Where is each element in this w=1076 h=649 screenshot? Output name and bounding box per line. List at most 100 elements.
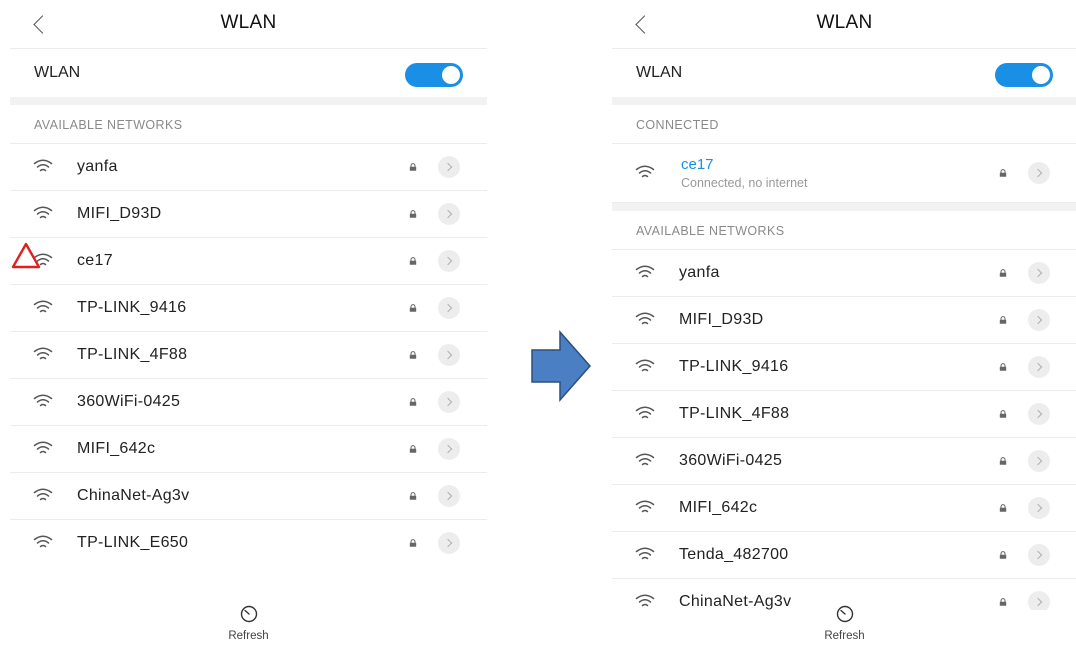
- right-arrow-icon: [531, 330, 592, 402]
- network-detail-button[interactable]: [1028, 309, 1050, 331]
- network-name: TP-LINK_4F88: [77, 346, 188, 363]
- network-detail-button[interactable]: [438, 297, 460, 319]
- page-title: WLAN: [220, 12, 277, 33]
- lock-icon: [999, 363, 1007, 371]
- connected-header: CONNECTED: [612, 105, 1076, 144]
- connected-network-status: Connected, no internet: [681, 176, 808, 190]
- network-row[interactable]: ce17: [10, 238, 487, 285]
- network-detail-button[interactable]: [1028, 356, 1050, 378]
- wifi-icon: [635, 406, 655, 419]
- network-row[interactable]: ChinaNet-Ag3v: [10, 473, 487, 520]
- network-row[interactable]: yanfa: [612, 250, 1076, 297]
- wifi-icon: [33, 300, 53, 313]
- refresh-icon: [240, 605, 257, 623]
- wlan-toggle-label: WLAN: [636, 64, 683, 81]
- wifi-icon: [635, 165, 655, 178]
- network-name: ce17: [77, 252, 113, 269]
- network-name: TP-LINK_E650: [77, 534, 189, 551]
- refresh-label: Refresh: [228, 630, 269, 642]
- network-detail-button[interactable]: [1028, 497, 1050, 519]
- network-row[interactable]: MIFI_D93D: [10, 191, 487, 238]
- network-row[interactable]: MIFI_642c: [10, 426, 487, 473]
- connected-network-row[interactable]: ce17 Connected, no internet: [612, 144, 1076, 203]
- lock-icon: [999, 410, 1007, 418]
- network-detail-button[interactable]: [1028, 450, 1050, 472]
- network-detail-button[interactable]: [438, 391, 460, 413]
- wifi-icon: [33, 347, 53, 360]
- lock-icon: [999, 551, 1007, 559]
- lock-icon: [409, 492, 417, 500]
- lock-icon: [409, 210, 417, 218]
- left-screen: WLAN WLAN AVAILABLE NETWORKS yanfa MIFI_D…: [10, 0, 487, 649]
- page-title: WLAN: [816, 12, 873, 33]
- connected-network-name: ce17: [681, 156, 714, 173]
- wifi-icon: [33, 206, 53, 219]
- divider: [612, 203, 1076, 211]
- refresh-icon: [836, 605, 853, 623]
- network-detail-button[interactable]: [438, 203, 460, 225]
- lock-icon: [999, 169, 1007, 177]
- network-detail-button[interactable]: [1028, 544, 1050, 566]
- right-screen: WLAN WLAN CONNECTED ce17 Connected, no i…: [612, 0, 1076, 649]
- network-row[interactable]: Tenda_482700: [612, 532, 1076, 579]
- lock-icon: [409, 539, 417, 547]
- network-detail-button[interactable]: [1028, 162, 1050, 184]
- network-detail-button[interactable]: [438, 344, 460, 366]
- network-name: MIFI_642c: [77, 440, 156, 457]
- lock-icon: [409, 304, 417, 312]
- network-row[interactable]: MIFI_642c: [612, 485, 1076, 532]
- wlan-toggle-row: WLAN: [612, 49, 1076, 97]
- divider: [10, 97, 487, 105]
- network-row[interactable]: TP-LINK_9416: [612, 344, 1076, 391]
- wlan-toggle-row: WLAN: [10, 49, 487, 97]
- section-label: AVAILABLE NETWORKS: [34, 118, 183, 132]
- network-detail-button[interactable]: [1028, 262, 1050, 284]
- wlan-toggle[interactable]: [995, 63, 1053, 87]
- wifi-icon: [33, 488, 53, 501]
- wifi-icon: [33, 394, 53, 407]
- network-row[interactable]: 360WiFi-0425: [612, 438, 1076, 485]
- network-list: yanfa MIFI_D93D ce17 TP-LINK_9416 TP-LINK_4F…: [10, 144, 487, 558]
- lock-icon: [999, 504, 1007, 512]
- network-name: 360WiFi-0425: [679, 452, 783, 469]
- lock-icon: [999, 457, 1007, 465]
- network-row[interactable]: MIFI_D93D: [612, 297, 1076, 344]
- network-row[interactable]: TP-LINK_E650: [10, 520, 487, 558]
- refresh-button[interactable]: Refresh: [824, 604, 865, 644]
- wifi-icon: [33, 441, 53, 454]
- network-list: yanfa MIFI_D93D TP-LINK_9416 TP-LINK_4F88 36…: [612, 250, 1076, 610]
- network-detail-button[interactable]: [438, 485, 460, 507]
- header: WLAN: [612, 0, 1076, 49]
- lock-icon: [409, 163, 417, 171]
- network-name: MIFI_642c: [679, 499, 758, 516]
- network-row[interactable]: TP-LINK_9416: [10, 285, 487, 332]
- network-name: yanfa: [77, 158, 118, 175]
- lock-icon: [999, 269, 1007, 277]
- network-row[interactable]: 360WiFi-0425: [10, 379, 487, 426]
- section-label: AVAILABLE NETWORKS: [636, 224, 785, 238]
- wifi-icon: [33, 159, 53, 172]
- network-row[interactable]: TP-LINK_4F88: [10, 332, 487, 379]
- network-row[interactable]: yanfa: [10, 144, 487, 191]
- lock-icon: [409, 257, 417, 265]
- network-detail-button[interactable]: [438, 532, 460, 554]
- network-name: ChinaNet-Ag3v: [77, 487, 190, 504]
- divider: [612, 97, 1076, 105]
- network-name: 360WiFi-0425: [77, 393, 181, 410]
- network-detail-button[interactable]: [438, 156, 460, 178]
- network-detail-button[interactable]: [438, 250, 460, 272]
- refresh-button[interactable]: Refresh: [228, 604, 269, 644]
- network-detail-button[interactable]: [1028, 403, 1050, 425]
- lock-icon: [409, 398, 417, 406]
- network-detail-button[interactable]: [438, 438, 460, 460]
- network-name: yanfa: [679, 264, 720, 281]
- network-name: Tenda_482700: [679, 546, 789, 563]
- network-row[interactable]: TP-LINK_4F88: [612, 391, 1076, 438]
- header: WLAN: [10, 0, 487, 49]
- refresh-label: Refresh: [824, 630, 865, 642]
- lock-icon: [409, 445, 417, 453]
- lock-icon: [999, 316, 1007, 324]
- wlan-toggle[interactable]: [405, 63, 463, 87]
- warning-triangle-icon: [11, 242, 41, 269]
- footer: Refresh: [10, 604, 487, 644]
